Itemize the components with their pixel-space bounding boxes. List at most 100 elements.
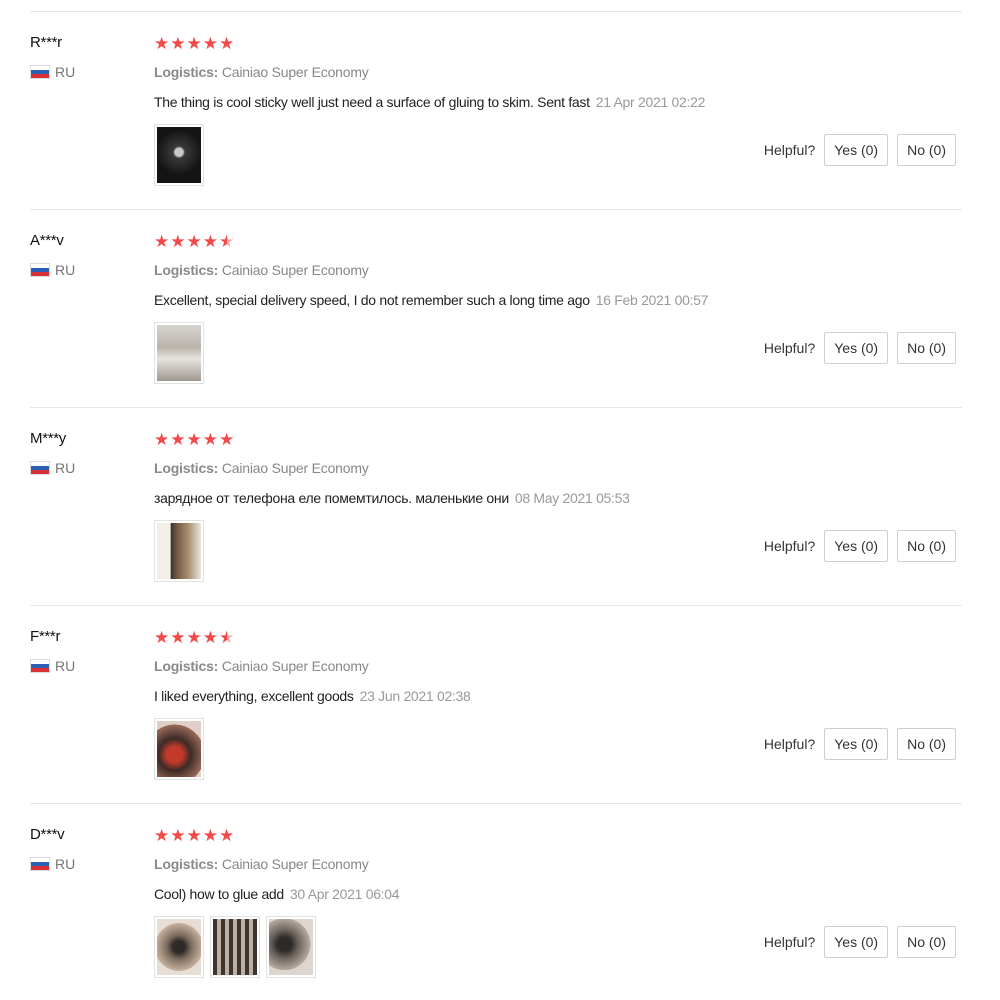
logistics-value: Cainiao Super Economy [221, 64, 369, 80]
review-photo-thumbnail[interactable] [210, 916, 260, 978]
reviewer-name: A***v [30, 232, 64, 249]
star-icon: ★ [154, 231, 170, 251]
country-code: RU [55, 658, 76, 674]
review-text-row: Excellent, special delivery speed, I do … [154, 292, 962, 308]
logistics-value: Cainiao Super Economy [221, 460, 369, 476]
review-item: M***y RU ★ ★ ★ ★ ★ Logistics: Cainiao Super … [30, 408, 962, 606]
helpful-label: Helpful? [763, 340, 816, 356]
star-icon: ★ [170, 825, 186, 845]
helpful-controls: Helpful? Yes (0) No (0) [764, 134, 956, 166]
reviewer-info: R***r RU [30, 34, 140, 80]
helpful-controls: Helpful? Yes (0) No (0) [764, 728, 956, 760]
russia-flag-icon [30, 857, 50, 871]
review-photo-thumbnail[interactable] [154, 520, 204, 582]
star-rating: ★ ★ ★ ★ ★ [154, 34, 962, 52]
helpful-no-button[interactable]: No (0) [897, 332, 956, 364]
review-text: зарядное от телефона еле помемтилось. ма… [154, 490, 509, 506]
country-code: RU [55, 262, 76, 278]
star-icon: ★ [219, 825, 235, 845]
review-photo-thumbnail[interactable] [154, 322, 204, 384]
review-page: R***r RU ★ ★ ★ ★ ★ Logistics: Cainiao Super … [0, 0, 1000, 1000]
star-icon: ★ [186, 429, 202, 449]
logistics-info: Logistics: Cainiao Super Economy [154, 460, 962, 476]
star-icon: ★ [186, 33, 202, 53]
review-photo-thumbnail[interactable] [154, 916, 204, 978]
review-date: 08 May 2021 05:53 [514, 490, 630, 506]
review-item: A***v RU ★ ★ ★ ★ ★ Logistics: Cainiao Super … [30, 210, 962, 408]
star-icon: ★ [202, 33, 218, 53]
star-icon: ★ [219, 231, 235, 251]
review-photo-thumbnail[interactable] [154, 718, 204, 780]
helpful-yes-button[interactable]: Yes (0) [824, 530, 889, 562]
russia-flag-icon [30, 65, 50, 79]
star-icon: ★ [170, 627, 186, 647]
helpful-yes-button[interactable]: Yes (0) [824, 926, 889, 958]
review-item: D***v RU ★ ★ ★ ★ ★ Logistics: Cainiao Super … [30, 804, 962, 1000]
review-date: 30 Apr 2021 06:04 [289, 886, 400, 902]
star-icon: ★ [186, 825, 202, 845]
logistics-info: Logistics: Cainiao Super Economy [154, 856, 962, 872]
review-item: R***r RU ★ ★ ★ ★ ★ Logistics: Cainiao Super … [30, 12, 962, 210]
helpful-no-button[interactable]: No (0) [897, 926, 956, 958]
country-code: RU [55, 856, 76, 872]
logistics-label: Logistics: [154, 64, 219, 80]
helpful-label: Helpful? [763, 538, 816, 554]
helpful-no-button[interactable]: No (0) [897, 728, 956, 760]
review-date: 23 Jun 2021 02:38 [359, 688, 471, 704]
reviewer-name: R***r [30, 34, 62, 51]
logistics-label: Logistics: [154, 460, 219, 476]
review-text-row: Cool) how to glue add 30 Apr 2021 06:04 [154, 886, 962, 902]
review-text-row: I liked everything, excellent goods 23 Ju… [154, 688, 962, 704]
reviewer-name: F***r [30, 628, 61, 645]
review-text: The thing is cool sticky well just need … [154, 94, 590, 110]
helpful-controls: Helpful? Yes (0) No (0) [764, 926, 956, 958]
review-list: R***r RU ★ ★ ★ ★ ★ Logistics: Cainiao Super … [30, 11, 962, 1000]
star-icon: ★ [219, 33, 235, 53]
star-rating: ★ ★ ★ ★ ★ [154, 628, 962, 646]
reviewer-info: D***v RU [30, 826, 140, 872]
helpful-yes-button[interactable]: Yes (0) [824, 134, 889, 166]
star-icon: ★ [202, 627, 218, 647]
star-icon: ★ [202, 231, 218, 251]
review-text-row: зарядное от телефона еле помемтилось. ма… [154, 490, 962, 506]
russia-flag-icon [30, 659, 50, 673]
star-icon: ★ [202, 429, 218, 449]
helpful-yes-button[interactable]: Yes (0) [824, 728, 889, 760]
logistics-label: Logistics: [154, 262, 219, 278]
helpful-label: Helpful? [763, 934, 816, 950]
review-photo-thumbnail[interactable] [154, 124, 204, 186]
review-text: Excellent, special delivery speed, I do … [154, 292, 590, 308]
review-text: Cool) how to glue add [154, 886, 284, 902]
review-item: F***r RU ★ ★ ★ ★ ★ Logistics: Cainiao Super … [30, 606, 962, 804]
logistics-label: Logistics: [154, 658, 219, 674]
star-icon: ★ [154, 429, 170, 449]
review-date: 16 Feb 2021 00:57 [595, 292, 709, 308]
logistics-value: Cainiao Super Economy [221, 856, 369, 872]
logistics-value: Cainiao Super Economy [221, 262, 369, 278]
star-icon: ★ [154, 825, 170, 845]
reviewer-name: M***y [30, 430, 67, 447]
helpful-yes-button[interactable]: Yes (0) [824, 332, 889, 364]
star-icon: ★ [219, 627, 235, 647]
country-code: RU [55, 64, 76, 80]
reviewer-country: RU [30, 856, 140, 872]
review-photo-thumbnail[interactable] [266, 916, 316, 978]
country-code: RU [55, 460, 76, 476]
logistics-label: Logistics: [154, 856, 219, 872]
reviewer-info: F***r RU [30, 628, 140, 674]
star-icon: ★ [154, 627, 170, 647]
helpful-no-button[interactable]: No (0) [897, 134, 956, 166]
star-icon: ★ [154, 33, 170, 53]
logistics-info: Logistics: Cainiao Super Economy [154, 658, 962, 674]
review-date: 21 Apr 2021 02:22 [595, 94, 706, 110]
russia-flag-icon [30, 461, 50, 475]
star-icon: ★ [186, 231, 202, 251]
reviewer-country: RU [30, 658, 140, 674]
star-icon: ★ [202, 825, 218, 845]
helpful-no-button[interactable]: No (0) [897, 530, 956, 562]
logistics-info: Logistics: Cainiao Super Economy [154, 262, 962, 278]
review-text: I liked everything, excellent goods [154, 688, 354, 704]
star-rating: ★ ★ ★ ★ ★ [154, 430, 962, 448]
review-text-row: The thing is cool sticky well just need … [154, 94, 962, 110]
star-icon: ★ [170, 33, 186, 53]
